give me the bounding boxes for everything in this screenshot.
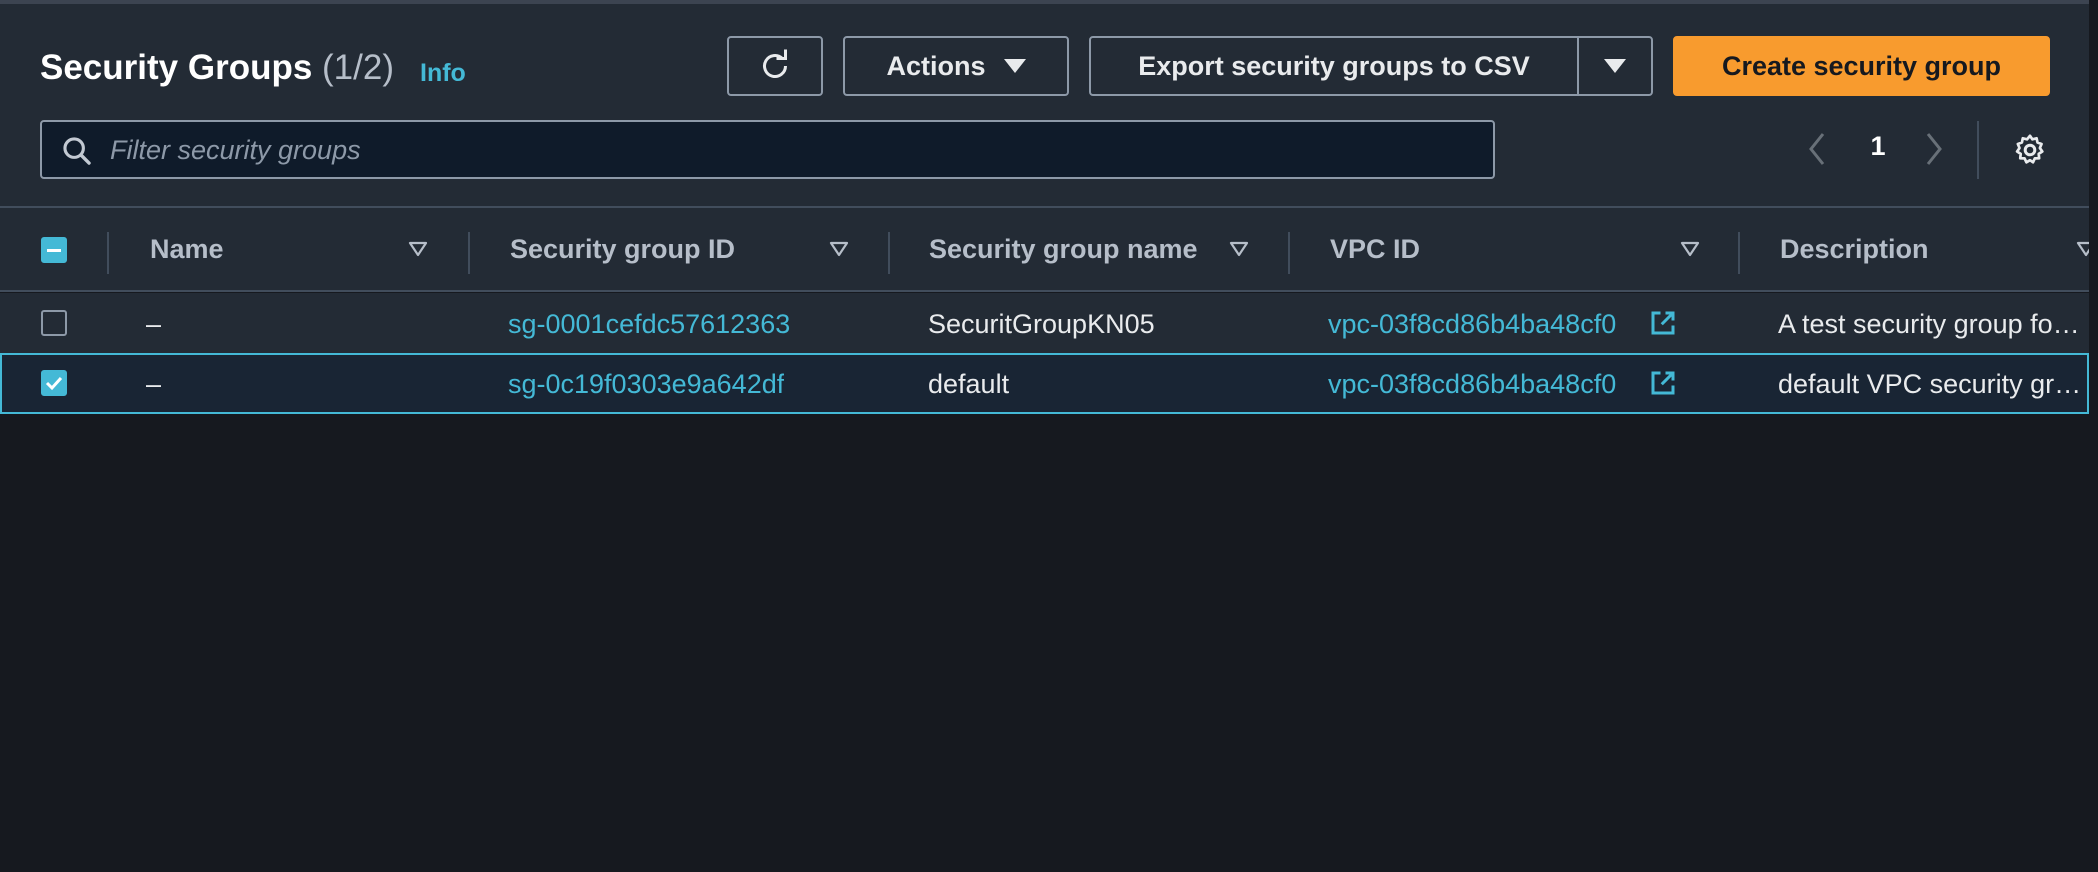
column-separator <box>1288 232 1290 274</box>
search-field[interactable] <box>40 120 1495 179</box>
description-cell: default VPC security group <box>1778 369 2088 399</box>
name-cell: – <box>146 369 162 399</box>
sort-icon[interactable] <box>408 240 428 258</box>
page-title-text: Security Groups <box>40 48 313 87</box>
caret-down-icon <box>1604 59 1626 73</box>
chevron-right-icon[interactable] <box>1922 130 1946 168</box>
security-groups-panel: Security Groups (1/2) Info Actions Expor… <box>0 0 2089 872</box>
sort-icon[interactable] <box>1229 240 1249 258</box>
search-input[interactable] <box>108 122 1482 179</box>
column-header-vpc-id[interactable]: VPC ID <box>1330 234 1420 265</box>
export-label: Export security groups to CSV <box>1138 50 1530 81</box>
column-separator <box>468 232 470 274</box>
security-group-name-cell: default <box>928 369 1010 399</box>
column-header-security-group-name[interactable]: Security group name <box>929 234 1198 265</box>
selected-count: (1/2) <box>322 48 394 87</box>
description-cell: A test security group for KN05 <box>1778 309 2088 339</box>
name-cell: – <box>146 309 162 339</box>
page-title: Security Groups (1/2) <box>40 48 394 88</box>
table-header-row: Name Security group ID Security group na… <box>0 206 2089 292</box>
row-checkbox[interactable] <box>41 370 67 396</box>
select-all-checkbox[interactable] <box>41 237 67 263</box>
sort-icon[interactable] <box>829 240 849 258</box>
column-separator <box>1738 232 1740 274</box>
caret-down-icon <box>1003 59 1026 73</box>
refresh-icon <box>763 49 787 78</box>
export-dropdown-button[interactable] <box>1577 36 1653 96</box>
column-separator <box>107 232 109 274</box>
column-header-name[interactable]: Name <box>150 234 224 265</box>
column-header-description[interactable]: Description <box>1780 234 1929 265</box>
gear-icon[interactable] <box>2012 132 2048 168</box>
security-group-id-link[interactable]: sg-0001cefdc57612363 <box>508 309 790 340</box>
table-row-selected[interactable]: – sg-0c19f0303e9a642df default vpc-03f8c… <box>0 353 2089 414</box>
column-header-security-group-id[interactable]: Security group ID <box>510 234 735 265</box>
create-label: Create security group <box>1721 50 2002 81</box>
column-separator <box>888 232 890 274</box>
external-link-icon[interactable] <box>1648 308 1678 338</box>
security-group-id-link[interactable]: sg-0c19f0303e9a642df <box>508 369 784 400</box>
refresh-button[interactable] <box>727 36 823 96</box>
sort-icon[interactable] <box>1680 240 1700 258</box>
chevron-left-icon[interactable] <box>1805 130 1829 168</box>
pager-divider <box>1977 121 1979 179</box>
sort-icon[interactable] <box>2076 240 2089 258</box>
current-page-number[interactable]: 1 <box>1860 131 1896 162</box>
export-csv-button[interactable]: Export security groups to CSV <box>1089 36 1579 96</box>
vpc-id-link[interactable]: vpc-03f8cd86b4ba48cf0 <box>1328 369 1616 400</box>
vpc-id-link[interactable]: vpc-03f8cd86b4ba48cf0 <box>1328 309 1616 340</box>
info-link[interactable]: Info <box>420 59 466 88</box>
row-checkbox[interactable] <box>41 310 67 336</box>
search-icon <box>63 137 91 165</box>
table-header-area: Security Groups (1/2) Info Actions Expor… <box>0 0 2089 210</box>
minus-icon <box>47 249 61 252</box>
check-icon <box>45 376 63 391</box>
table-row[interactable]: – sg-0001cefdc57612363 SecuritGroupKN05 … <box>0 293 2089 353</box>
security-group-name-cell: SecuritGroupKN05 <box>928 309 1155 339</box>
security-groups-page: Security Groups (1/2) Info Actions Expor… <box>0 0 2098 872</box>
external-link-icon[interactable] <box>1648 368 1678 398</box>
actions-label: Actions <box>886 50 986 81</box>
actions-button[interactable]: Actions <box>843 36 1069 96</box>
create-security-group-button[interactable]: Create security group <box>1673 36 2050 96</box>
